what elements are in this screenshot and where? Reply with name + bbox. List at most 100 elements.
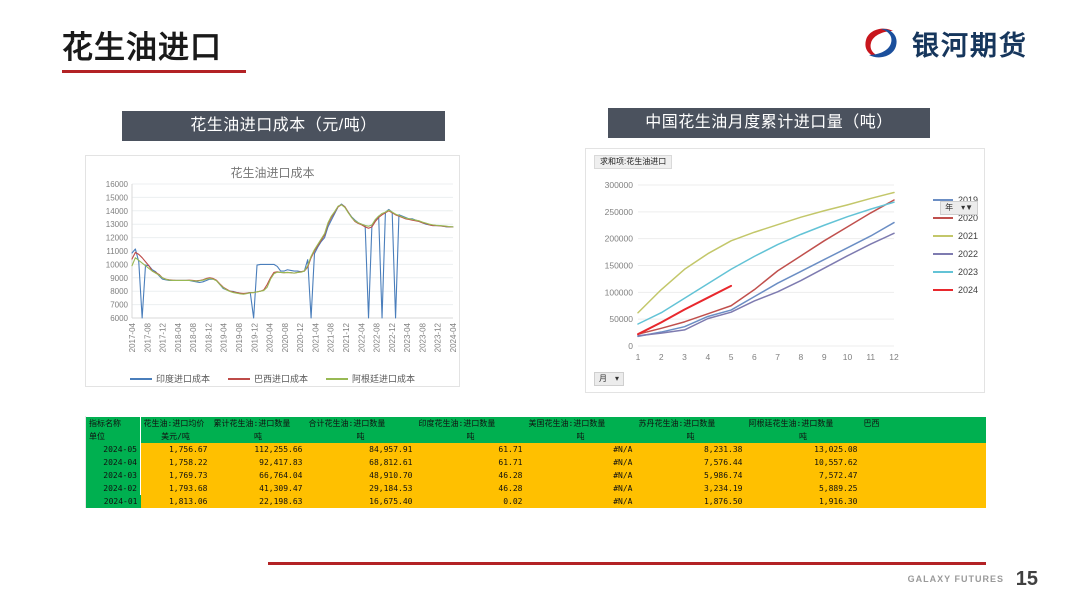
table-cell: 46.28: [415, 481, 526, 495]
svg-text:8000: 8000: [110, 287, 128, 296]
x-tick-label: 2018-12: [204, 322, 213, 352]
x-tick-label: 11: [866, 352, 875, 362]
import-cost-legend: 印度进口成本 巴西进口成本 阿根廷进口成本: [86, 372, 459, 385]
legend-item-2022[interactable]: 2022: [932, 249, 978, 259]
legend-item-2024[interactable]: 2024: [932, 285, 978, 295]
x-tick-label: 2: [659, 352, 664, 362]
legend-label: 2024: [957, 285, 978, 295]
table-cell-overflow: [860, 468, 986, 482]
x-tick-label: 2024-04: [449, 322, 458, 352]
x-tick-label: 2019-12: [250, 322, 259, 352]
row-date-label: 2024-05: [85, 442, 141, 456]
column-header: 美国花生油:进口数量: [525, 416, 636, 430]
page-title: 花生油进口: [62, 30, 222, 65]
footer-brand: GALAXY FUTURES: [907, 574, 1004, 584]
column-header: 巴西: [860, 416, 986, 430]
legend-item-阿根廷进口成本: 阿根廷进口成本: [326, 372, 415, 385]
x-tick-label: 2023-04: [403, 322, 412, 352]
legend-label: 巴西进口成本: [253, 374, 308, 384]
column-header: 累计花生油:进口数量: [210, 416, 306, 430]
table-cell: 1,769.73: [140, 468, 211, 482]
table-row: 2024-05 1,756.67 112,255.66 84,957.91 61.71 #…: [85, 442, 986, 456]
x-tick-label: 2021-12: [342, 322, 351, 352]
series-line-2023: [637, 201, 895, 325]
table-cell: 1,916.30: [745, 494, 861, 508]
svg-text:10000: 10000: [106, 260, 129, 269]
x-tick-label: 12: [889, 352, 899, 362]
monthly-cumulative-import-chart: 求和项:花生油进口 300000 250000 200000 150000 100000…: [585, 148, 985, 393]
table-cell-overflow: [860, 455, 986, 469]
column-header: 苏丹花生油:进口数量: [635, 416, 746, 430]
x-tick-label: 2019-08: [235, 322, 244, 352]
row-date-label: 2024-01: [85, 494, 141, 508]
table-cell: 61.71: [415, 442, 526, 456]
legend-swatch-icon: [326, 377, 348, 380]
table-cell: 61.71: [415, 455, 526, 469]
footer-rule: [268, 562, 986, 565]
legend-label: 阿根廷进口成本: [352, 374, 416, 384]
table-cell: 68,812.61: [305, 455, 416, 469]
svg-text:16000: 16000: [106, 180, 129, 189]
x-tick-label: 4: [705, 352, 710, 362]
column-unit: 单位: [85, 429, 141, 443]
svg-text:12000: 12000: [106, 234, 129, 243]
svg-text:100000: 100000: [605, 287, 634, 297]
x-tick-label: 7: [775, 352, 780, 362]
table-cell: 1,876.50: [635, 494, 746, 508]
table-cell: 5,986.74: [635, 468, 746, 482]
table-row: 2024-02 1,793.68 41,309.47 29,184.53 46.28 #N…: [85, 481, 986, 495]
table-header-row: 指标名称 花生油:进口均价 累计花生油:进口数量 合计花生油:进口数量 印度花生油:进口…: [85, 416, 986, 430]
column-header: 合计花生油:进口数量: [305, 416, 416, 430]
table-cell: 1,813.06: [140, 494, 211, 508]
x-tick-label: 2020-12: [296, 322, 305, 352]
table-cell: 112,255.66: [210, 442, 306, 456]
legend-item-2021[interactable]: 2021: [932, 231, 978, 241]
column-unit: 吨: [745, 429, 861, 443]
legend-swatch-icon: [932, 217, 953, 219]
table-cell: #N/A: [525, 494, 636, 508]
column-header: 指标名称: [85, 416, 141, 430]
legend-swatch-icon: [932, 271, 953, 273]
svg-text:15000: 15000: [106, 193, 129, 202]
svg-text:50000: 50000: [609, 314, 633, 324]
table-cell: 29,184.53: [305, 481, 416, 495]
x-tick-label: 2022-04: [357, 322, 366, 352]
x-tick-label: 2020-08: [281, 322, 290, 352]
legend-swatch-icon: [932, 253, 953, 255]
year-filter-button[interactable]: 年 ▾▼: [940, 201, 978, 215]
table-cell: #N/A: [525, 455, 636, 469]
column-header: 印度花生油:进口数量: [415, 416, 526, 430]
column-unit: 吨: [415, 429, 526, 443]
svg-text:200000: 200000: [605, 234, 634, 244]
table-cell: 10,557.62: [745, 455, 861, 469]
table-cell: 41,309.47: [210, 481, 306, 495]
x-tick-label: 2017-12: [159, 322, 168, 352]
legend-label: 2022: [957, 249, 978, 259]
right-chart-heading: 中国花生油月度累计进口量（吨）: [608, 108, 930, 138]
legend-item-巴西进口成本: 巴西进口成本: [227, 372, 308, 385]
table-cell-overflow: [860, 494, 986, 508]
table-cell: #N/A: [525, 468, 636, 482]
column-unit: 吨: [525, 429, 636, 443]
x-tick-label: 2019-04: [220, 322, 229, 352]
legend-swatch-icon: [932, 235, 953, 237]
column-header: 花生油:进口均价: [140, 416, 211, 430]
x-tick-label: 8: [799, 352, 804, 362]
legend-label: 2023: [957, 267, 978, 277]
legend-item-2023[interactable]: 2023: [932, 267, 978, 277]
legend-swatch-icon: [227, 377, 250, 380]
x-tick-label: 2022-12: [388, 322, 397, 352]
legend-swatch-icon: [932, 289, 953, 291]
table-row: 2024-01 1,813.06 22,198.63 16,675.40 0.02 #N/…: [85, 494, 986, 508]
table-cell: 46.28: [415, 468, 526, 482]
series-line-2022: [637, 232, 895, 337]
table-cell: #N/A: [525, 442, 636, 456]
svg-text:0: 0: [628, 341, 633, 351]
series-line-阿根廷进口成本: [131, 204, 454, 295]
table-cell: #N/A: [525, 481, 636, 495]
left-chart-heading: 花生油进口成本（元/吨）: [122, 111, 445, 141]
row-date-label: 2024-02: [85, 481, 141, 495]
month-filter-button[interactable]: 月 ▾: [594, 372, 625, 386]
x-tick-label: 2018-08: [189, 322, 198, 352]
table-cell: 22,198.63: [210, 494, 306, 508]
